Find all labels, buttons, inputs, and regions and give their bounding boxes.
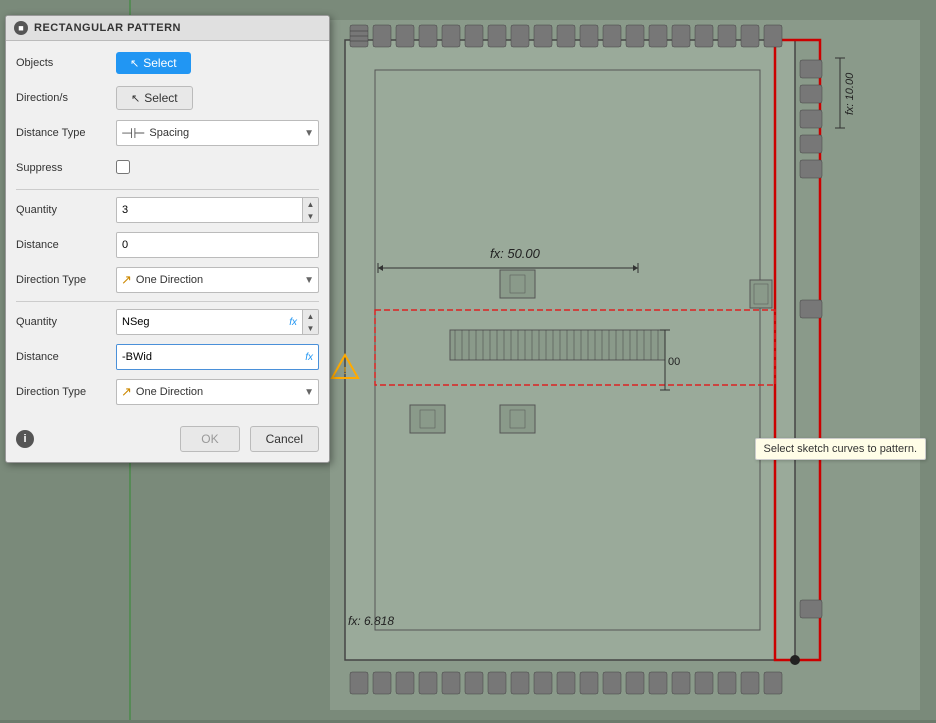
directions-select-label: Select [144,91,177,105]
quantity1-input-wrapper: ▲ ▼ [116,197,319,223]
tooltip-box: Select sketch curves to pattern. [755,438,926,460]
distance-type-value: Spacing [149,127,304,139]
distance-type-row: Distance Type ⊣⊢ Spacing ▼ [16,119,319,147]
svg-text:fx: 10.00: fx: 10.00 [844,72,856,115]
quantity1-up[interactable]: ▲ [303,198,318,210]
direction-type2-row: Direction Type ↗ One Direction ▼ [16,378,319,406]
distance1-input[interactable] [117,233,318,257]
suppress-control [116,160,319,177]
directions-control: ↖ Select [116,86,319,110]
dialog-title: RECTANGULAR PATTERN [34,22,181,34]
info-symbol: i [23,433,26,445]
direction-type2-arrow: ▼ [304,387,314,398]
suppress-checkbox[interactable] [116,160,130,174]
svg-text:fx: 50.00: fx: 50.00 [490,246,541,261]
dialog-body: Objects ↖ Select Direction/s ↖ Select Di… [6,41,329,421]
direction1-icon: ↗ [121,272,132,288]
distance-type-control[interactable]: ⊣⊢ Spacing ▼ [116,120,319,146]
quantity1-control: ▲ ▼ [116,197,319,223]
direction-type1-dropdown[interactable]: ↗ One Direction ▼ [116,267,319,293]
direction-type2-value: One Direction [136,386,304,398]
distance2-row: Distance fx [16,343,319,371]
distance-type-label: Distance Type [16,127,116,139]
distance1-control [116,232,319,258]
quantity1-down[interactable]: ▼ [303,210,318,222]
distance1-row: Distance [16,231,319,259]
direction2-icon: ↗ [121,384,132,400]
section-divider-1 [16,189,319,190]
distance-type-arrow: ▼ [304,128,314,139]
objects-control: ↖ Select [116,52,319,74]
direction-type2-label: Direction Type [16,386,116,398]
distance2-input-wrapper: fx [116,344,319,370]
suppress-row: Suppress [16,154,319,182]
suppress-label: Suppress [16,162,116,174]
direction-type2-dropdown[interactable]: ↗ One Direction ▼ [116,379,319,405]
rectangular-pattern-dialog: ■ RECTANGULAR PATTERN Objects ↖ Select D… [5,15,330,463]
quantity1-label: Quantity [16,204,116,216]
distance1-input-wrapper [116,232,319,258]
quantity2-input-wrapper: fx ▲ ▼ [116,309,319,335]
objects-label: Objects [16,57,116,69]
direction-type1-control[interactable]: ↗ One Direction ▼ [116,267,319,293]
objects-select-label: Select [143,56,176,70]
title-icon-symbol: ■ [18,23,23,33]
direction-type1-row: Direction Type ↗ One Direction ▼ [16,266,319,294]
cancel-button[interactable]: Cancel [250,426,319,452]
distance2-control: fx [116,344,319,370]
objects-row: Objects ↖ Select [16,49,319,77]
direction-type2-control[interactable]: ↗ One Direction ▼ [116,379,319,405]
objects-select-button[interactable]: ↖ Select [116,52,191,74]
svg-text:00: 00 [668,356,680,368]
quantity2-spinner: ▲ ▼ [302,310,318,334]
svg-text:!: ! [344,366,347,377]
quantity1-row: Quantity ▲ ▼ [16,196,319,224]
directions-label: Direction/s [16,92,116,104]
quantity2-row: Quantity fx ▲ ▼ [16,308,319,336]
info-icon[interactable]: i [16,430,34,448]
section-divider-2 [16,301,319,302]
svg-text:fx: 6.818: fx: 6.818 [348,614,394,628]
tooltip-text: Select sketch curves to pattern. [764,443,917,455]
quantity2-fx-badge[interactable]: fx [284,317,302,328]
directions-row: Direction/s ↖ Select [16,84,319,112]
quantity1-input[interactable] [117,198,302,222]
quantity2-down[interactable]: ▼ [303,322,318,334]
direction-type1-arrow: ▼ [304,275,314,286]
footer-buttons: OK Cancel [180,426,319,452]
distance2-input[interactable] [117,345,300,369]
dialog-title-bar: ■ RECTANGULAR PATTERN [6,16,329,41]
distance-type-dropdown[interactable]: ⊣⊢ Spacing ▼ [116,120,319,146]
quantity2-up[interactable]: ▲ [303,310,318,322]
quantity2-input[interactable] [117,310,284,334]
quantity2-label: Quantity [16,316,116,328]
direction-type1-value: One Direction [136,274,304,286]
directions-select-button[interactable]: ↖ Select [116,86,193,110]
distance2-label: Distance [16,351,116,363]
cursor-icon-grey: ↖ [131,92,140,105]
ok-button[interactable]: OK [180,426,239,452]
direction-type1-label: Direction Type [16,274,116,286]
distance2-fx-badge[interactable]: fx [300,352,318,363]
quantity1-spinner: ▲ ▼ [302,198,318,222]
spacing-icon: ⊣⊢ [121,125,145,142]
cursor-icon: ↖ [130,57,139,70]
dialog-title-icon: ■ [14,21,28,35]
distance1-label: Distance [16,239,116,251]
quantity2-control: fx ▲ ▼ [116,309,319,335]
dialog-footer: i OK Cancel [6,421,329,462]
